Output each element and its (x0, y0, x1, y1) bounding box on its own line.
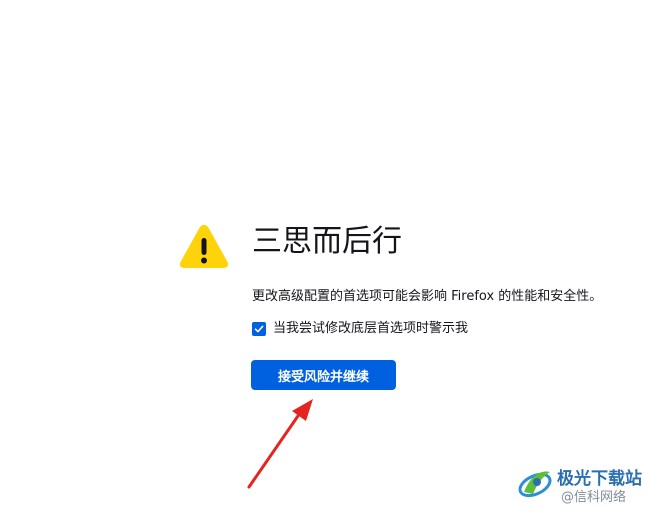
red-arrow-annotation (247, 399, 313, 489)
about-config-warning-page: 三思而后行 更改高级配置的首选项可能会影响 Firefox 的性能和安全性。 当… (0, 0, 666, 513)
warning-description: 更改高级配置的首选项可能会影响 Firefox 的性能和安全性。 (252, 289, 603, 304)
warning-checkbox-row[interactable]: 当我尝试修改底层首选项时警示我 (252, 319, 468, 339)
warning-triangle-icon (179, 225, 229, 268)
checkmark-icon (254, 325, 264, 333)
watermark-credit: @信科网络 (561, 490, 627, 505)
site-logo-icon (518, 471, 552, 498)
accept-risk-button[interactable]: 接受风险并继续 (251, 360, 396, 390)
warn-me-checkbox[interactable] (252, 322, 266, 336)
warn-me-checkbox-label[interactable]: 当我尝试修改底层首选项时警示我 (273, 319, 468, 339)
watermark: 极光下载站 @信科网络 (515, 462, 660, 508)
page-title: 三思而后行 (252, 224, 402, 259)
